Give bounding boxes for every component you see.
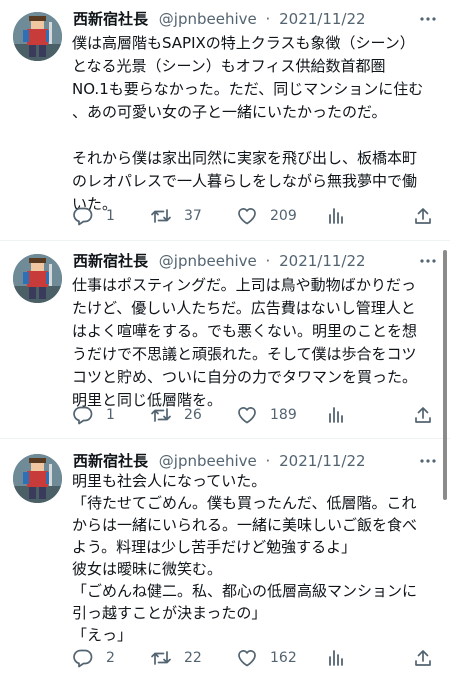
tweet-text: 明里も社会人になっていた。「待たせてごめん。僕も買ったんだ、低層階。これ からは一… <box>72 470 442 646</box>
divider <box>0 240 450 241</box>
reply-button[interactable]: 1 <box>72 204 115 228</box>
author-handle[interactable]: @jpnbeehive <box>159 452 257 470</box>
reply-icon <box>72 205 94 227</box>
tweet-text-line: 明里も社会人になっていた。 <box>72 472 267 490</box>
separator: · <box>265 10 271 28</box>
retweet-button[interactable]: 22 <box>150 646 202 670</box>
retweet-button[interactable]: 37 <box>150 204 202 228</box>
reply-button[interactable]: 1 <box>72 403 115 427</box>
tweet-text-line: 引っ越すことが決まったの」 <box>72 604 267 622</box>
tweet-date[interactable]: 2021/11/22 <box>279 452 365 470</box>
tweet-text: 僕は高層階もSAPIXの特上クラスも象徴（シーン） となる光景（シーン）もオフィス… <box>72 32 442 216</box>
tweet-date[interactable]: 2021/11/22 <box>279 10 365 28</box>
divider <box>0 438 450 439</box>
scrollbar[interactable] <box>443 250 447 500</box>
retweet-count: 22 <box>184 650 202 666</box>
tweet-text-line: 仕事はポスティングだ。上司は鳥や動物ばかりだっ <box>72 276 416 294</box>
tweet-text-line: 僕は高層階もSAPIXの特上クラスも象徴（シーン） <box>72 34 415 52</box>
like-icon <box>236 647 258 669</box>
tweet-actions: 2 22 162 <box>72 646 442 670</box>
like-count: 189 <box>270 407 297 423</box>
like-icon <box>236 205 258 227</box>
analytics-button[interactable] <box>325 403 347 427</box>
avatar[interactable] <box>13 12 62 61</box>
separator: · <box>265 252 271 270</box>
author-handle[interactable]: @jpnbeehive <box>159 10 257 28</box>
tweet-header: 西新宿社長 @jpnbeehive · 2021/11/22 <box>73 8 366 30</box>
analytics-icon <box>325 205 347 227</box>
reply-button[interactable]: 2 <box>72 646 115 670</box>
like-count: 209 <box>270 208 297 224</box>
share-button[interactable] <box>412 204 434 228</box>
author-handle[interactable]: @jpnbeehive <box>159 252 257 270</box>
analytics-icon <box>325 404 347 426</box>
avatar[interactable] <box>13 254 62 303</box>
author-name[interactable]: 西新宿社長 <box>73 252 148 270</box>
reply-count: 2 <box>106 650 115 666</box>
like-button[interactable]: 189 <box>236 403 297 427</box>
retweet-count: 37 <box>184 208 202 224</box>
more-icon[interactable] <box>416 250 440 272</box>
tweet-text-line: 「ごめんね健二。私、都心の低層高級マンションに <box>72 582 418 600</box>
retweet-button[interactable]: 26 <box>150 403 202 427</box>
tweet-text-line: 「待たせてごめん。僕も買ったんだ、低層階。これ <box>72 494 417 512</box>
like-icon <box>236 404 258 426</box>
tweet-header: 西新宿社長 @jpnbeehive · 2021/11/22 <box>73 250 366 272</box>
reply-icon <box>72 404 94 426</box>
avatar[interactable] <box>13 454 62 503</box>
tweet-date[interactable]: 2021/11/22 <box>279 252 365 270</box>
tweet-text-line: からは一緒にいられる。一緒に美味しいご飯を食べ <box>72 516 418 534</box>
tweet-actions: 1 37 209 <box>72 204 442 228</box>
share-icon <box>412 404 434 426</box>
tweet-text-line: うだけで不思議と頑張れた。そして僕は歩合をコツ <box>72 345 417 363</box>
tweet-text-line: よう。料理は少し苦手だけど勉強するよ」 <box>72 538 357 556</box>
like-button[interactable]: 162 <box>236 646 297 670</box>
tweet-text-line: 、あの可愛い女の子と一緒にいたかったのだ。 <box>72 103 387 121</box>
tweet-text-line: たけど、優しい人たちだ。広告費はないし管理人と <box>72 299 416 317</box>
analytics-button[interactable] <box>325 646 347 670</box>
tweet-text-line: コツと貯め、ついに自分の力でタワマンを買った。 <box>72 368 418 386</box>
retweet-icon <box>150 205 172 227</box>
share-button[interactable] <box>412 403 434 427</box>
tweet-actions: 1 26 189 <box>72 403 442 427</box>
author-name[interactable]: 西新宿社長 <box>73 10 148 28</box>
more-icon[interactable] <box>416 8 440 30</box>
tweet-text-line <box>72 124 442 147</box>
tweet-header: 西新宿社長 @jpnbeehive · 2021/11/22 <box>73 450 366 472</box>
like-button[interactable]: 209 <box>236 204 297 228</box>
tweet-text-line: それから僕は家出同然に実家を飛び出し、板橋本町 <box>72 149 418 167</box>
retweet-icon <box>150 404 172 426</box>
reply-icon <box>72 647 94 669</box>
tweet-text-line: のレオパレスで一人暮らしをしながら無我夢中で働 <box>72 172 418 190</box>
analytics-button[interactable] <box>325 204 347 228</box>
tweet-text-line: 彼女は曖昧に微笑む。 <box>72 560 223 578</box>
analytics-icon <box>325 647 347 669</box>
reply-count: 1 <box>106 407 115 423</box>
share-icon <box>412 647 434 669</box>
tweet[interactable]: 西新宿社長 @jpnbeehive · 2021/11/22 僕は高層階もSAP… <box>0 8 450 238</box>
retweet-icon <box>150 647 172 669</box>
like-count: 162 <box>270 650 297 666</box>
tweet[interactable]: 西新宿社長 @jpnbeehive · 2021/11/22 明里も社会人になっ… <box>0 450 450 675</box>
retweet-count: 26 <box>184 407 202 423</box>
tweet-text-line: はよく喧嘩をする。でも悪くない。明里のことを想 <box>72 322 418 340</box>
author-name[interactable]: 西新宿社長 <box>73 452 148 470</box>
tweet[interactable]: 西新宿社長 @jpnbeehive · 2021/11/22 仕事はポスティング… <box>0 250 450 435</box>
tweet-text: 仕事はポスティングだ。上司は鳥や動物ばかりだっ たけど、優しい人たちだ。広告費はな… <box>72 274 442 412</box>
tweet-text-line: NO.1も要らなかった。ただ、同じマンションに住む <box>72 80 424 98</box>
share-button[interactable] <box>412 646 434 670</box>
share-icon <box>412 205 434 227</box>
reply-count: 1 <box>106 208 115 224</box>
separator: · <box>265 452 271 470</box>
more-icon[interactable] <box>416 450 440 472</box>
tweet-text-line: となる光景（シーン）もオフィス供給数首都圏 <box>72 57 386 75</box>
tweet-text-line: 「えっ」 <box>72 626 133 644</box>
